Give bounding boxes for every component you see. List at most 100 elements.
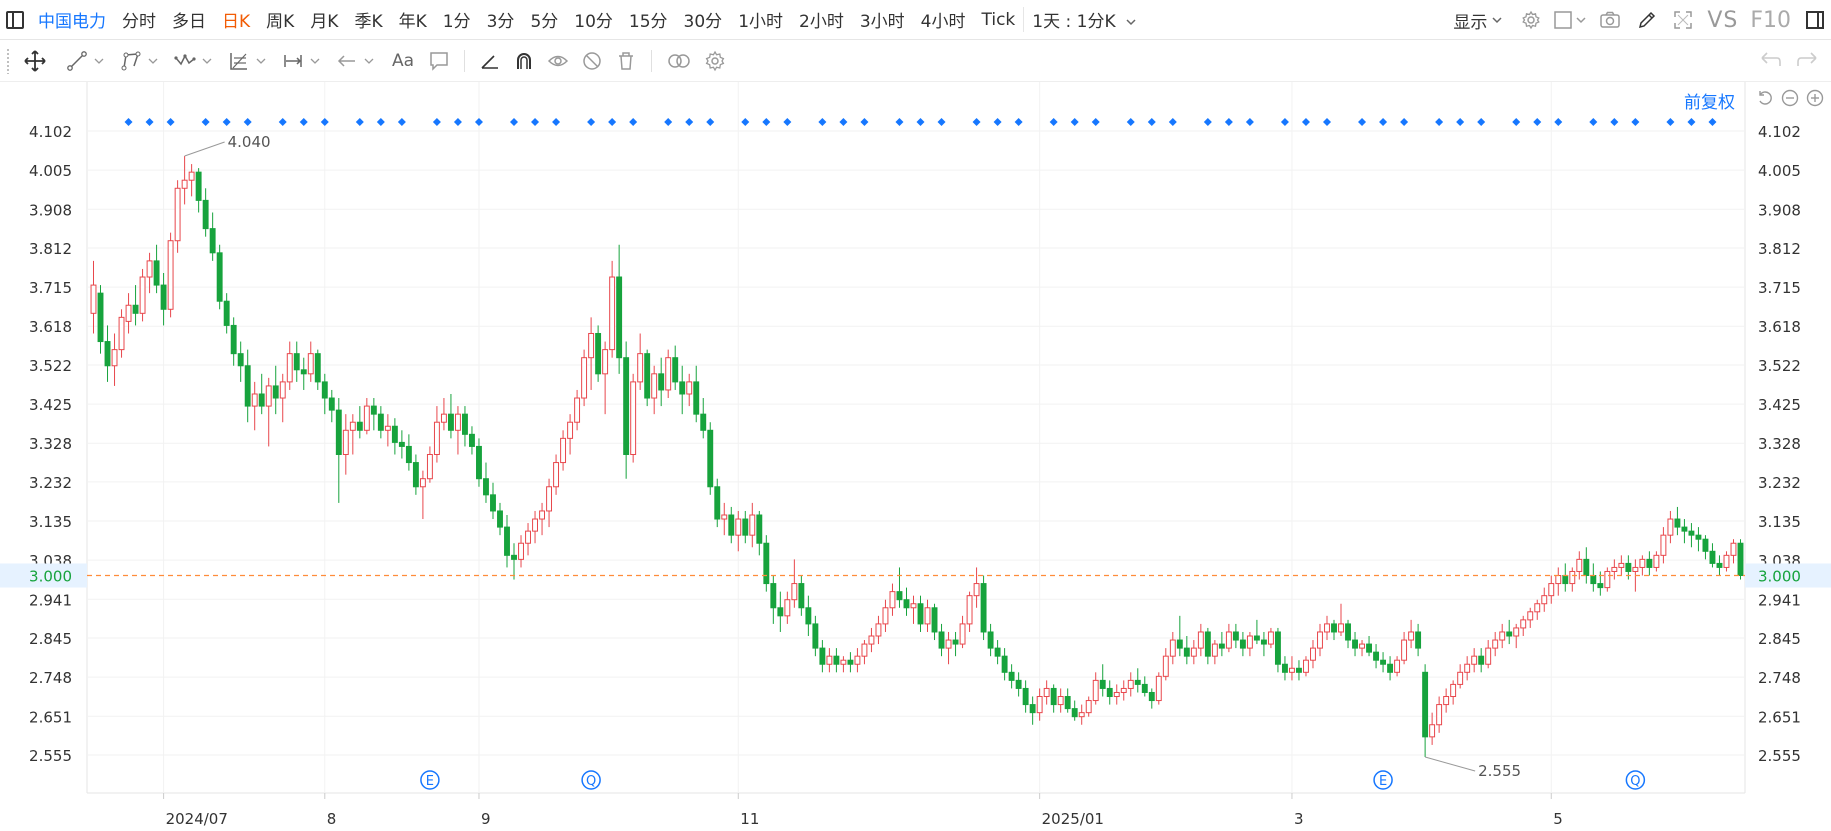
dividend-marker[interactable] [629, 118, 638, 126]
candle[interactable] [826, 648, 833, 673]
candle[interactable] [1352, 631, 1358, 657]
dividend-marker[interactable] [1687, 118, 1696, 126]
candle[interactable] [525, 523, 531, 556]
candle[interactable] [896, 567, 903, 608]
dividend-marker[interactable] [937, 118, 946, 126]
dividend-marker[interactable] [531, 118, 540, 126]
candle[interactable] [356, 406, 363, 439]
candle[interactable] [1611, 559, 1618, 580]
candle[interactable] [1099, 664, 1106, 697]
dividend-marker[interactable] [474, 118, 483, 126]
candle[interactable] [1106, 680, 1113, 705]
candle[interactable] [1366, 636, 1372, 657]
candle[interactable] [1043, 680, 1050, 705]
dividend-marker[interactable] [1280, 118, 1289, 126]
dividend-marker[interactable] [1708, 118, 1717, 126]
undo-icon[interactable] [1757, 48, 1783, 72]
period-tab-4[interactable]: 月K [302, 7, 346, 32]
polyline-icon[interactable] [120, 50, 142, 72]
candle[interactable] [861, 640, 868, 665]
candle[interactable] [335, 398, 342, 503]
candle[interactable] [931, 603, 938, 641]
candle[interactable] [1331, 619, 1337, 641]
candle[interactable] [1478, 648, 1485, 673]
candle[interactable] [805, 595, 812, 637]
sidebar-toggle-icon[interactable] [1805, 10, 1825, 30]
candle[interactable] [1653, 551, 1660, 572]
candle[interactable] [1324, 615, 1330, 641]
candle[interactable] [1590, 563, 1597, 592]
dividend-marker[interactable] [1126, 118, 1135, 126]
dividend-marker[interactable] [145, 118, 154, 126]
candle[interactable] [882, 599, 889, 632]
candle[interactable] [938, 623, 945, 657]
trash-icon[interactable] [615, 50, 637, 72]
candle[interactable] [462, 406, 468, 447]
candle[interactable] [433, 406, 440, 463]
candle[interactable] [349, 414, 356, 455]
candle[interactable] [1120, 680, 1127, 701]
candle[interactable] [749, 502, 756, 548]
candle[interactable] [370, 398, 377, 431]
candle[interactable] [1737, 539, 1744, 580]
candle[interactable] [980, 575, 987, 641]
dividend-marker[interactable] [1666, 118, 1675, 126]
dividend-marker[interactable] [608, 118, 617, 126]
candle[interactable] [1303, 656, 1309, 677]
dividend-marker[interactable] [1224, 118, 1233, 126]
candle[interactable] [251, 381, 258, 431]
candle[interactable] [202, 188, 209, 237]
dividend-marker[interactable] [1070, 118, 1079, 126]
candle[interactable] [721, 502, 728, 536]
candle[interactable] [1176, 615, 1183, 657]
candle[interactable] [651, 365, 658, 415]
wave-icon[interactable] [174, 50, 196, 72]
fullscreen-icon[interactable] [1673, 10, 1693, 30]
candle[interactable] [1667, 510, 1674, 544]
dividend-marker[interactable] [299, 118, 308, 126]
candle[interactable] [1457, 664, 1464, 689]
candle[interactable] [1471, 648, 1478, 673]
candle[interactable] [384, 414, 391, 447]
dividend-marker[interactable] [1456, 118, 1465, 126]
candle[interactable] [258, 373, 265, 415]
candle[interactable] [265, 377, 272, 447]
candle[interactable] [777, 591, 784, 632]
candle[interactable] [1085, 696, 1092, 717]
candle[interactable] [314, 349, 321, 390]
note-icon[interactable] [428, 50, 450, 72]
candle[interactable] [1408, 619, 1415, 649]
period-tab-16[interactable]: 4小时 [913, 7, 974, 32]
candle[interactable] [798, 575, 805, 616]
dividend-marker[interactable] [741, 118, 750, 126]
dividend-marker[interactable] [510, 118, 519, 126]
candle[interactable] [553, 454, 560, 495]
candle[interactable] [1274, 627, 1281, 673]
dividend-marker[interactable] [1358, 118, 1367, 126]
candle[interactable] [1001, 648, 1008, 681]
dividend-marker[interactable] [1203, 118, 1212, 126]
candle[interactable] [910, 595, 917, 624]
candle[interactable] [1071, 700, 1078, 721]
period-tab-9[interactable]: 5分 [522, 7, 566, 32]
candle[interactable] [903, 587, 910, 616]
candle[interactable] [959, 615, 966, 649]
event-marker-q[interactable]: Q [1625, 770, 1646, 790]
period-tab-7[interactable]: 1分 [435, 7, 479, 32]
candle[interactable] [419, 470, 426, 520]
candle[interactable] [581, 349, 588, 407]
candle[interactable] [1246, 631, 1253, 657]
candle[interactable] [1716, 555, 1723, 576]
period-tab-2[interactable]: 日K [214, 7, 258, 32]
period-tab-13[interactable]: 1小时 [730, 7, 791, 32]
candle[interactable] [90, 260, 97, 334]
candle[interactable] [125, 293, 132, 334]
candle[interactable] [812, 615, 819, 657]
candle[interactable] [763, 535, 770, 592]
candle[interactable] [1499, 623, 1506, 649]
period-tab-6[interactable]: 年K [391, 7, 435, 32]
period-tab-0[interactable]: 分时 [114, 7, 164, 32]
candle[interactable] [328, 389, 335, 423]
candle[interactable] [1513, 623, 1520, 649]
candle[interactable] [1211, 640, 1218, 665]
